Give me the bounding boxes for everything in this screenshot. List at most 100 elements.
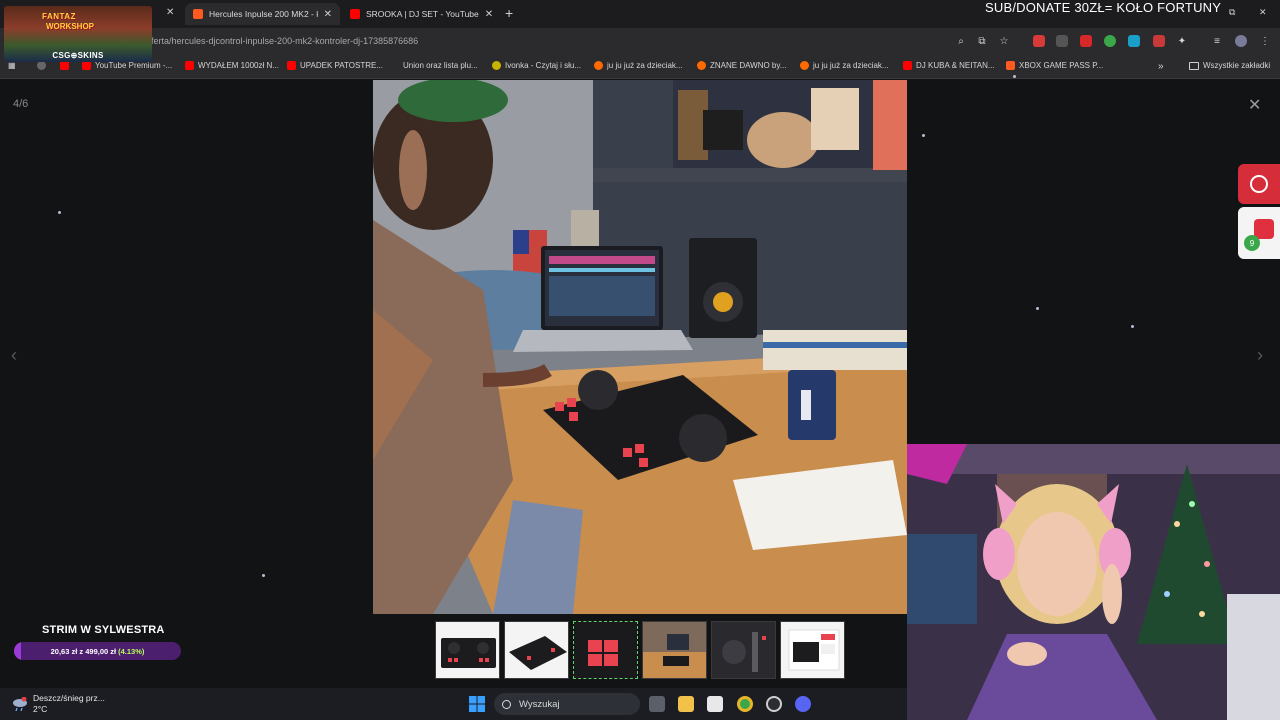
taskbar: Deszcz/śnieg prz... 2°C Wyszukaj [0,688,907,720]
windows-logo [469,696,485,712]
bookmark-star-icon[interactable]: ☆ [997,34,1011,48]
thumbnail-4[interactable] [642,621,707,679]
microsoft-store-icon[interactable] [707,696,723,712]
bookmark-label: UPADEK PATOSTRE... [300,61,383,70]
all-bookmarks-button[interactable]: Wszystkie zakładki [1189,61,1270,70]
extension-icon[interactable] [1104,35,1116,47]
bookmark-item[interactable]: YouTube Premium -... [82,61,172,70]
bookmark-item[interactable] [60,61,69,70]
logo-sponsor: CSG⊕SKINS [52,51,104,60]
bookmark-item[interactable]: DJ KUBA & NEITAN... [903,61,995,70]
next-image-button[interactable]: › [1257,345,1263,366]
thumbnail-strip [435,621,845,681]
thumbnail-image [781,622,844,678]
stream-logo: FANTAZ WORKSHOP CSG⊕SKINS [4,6,152,62]
close-icon[interactable]: ✕ [485,9,493,20]
bookmark-label: WYDAŁEM 1000zł N... [198,61,279,70]
bookmark-label: YouTube Premium -... [95,61,173,70]
bookmarks-overflow-button[interactable]: » [1158,61,1164,72]
bookmark-label: XBOX GAME PASS P... [1019,61,1104,70]
windows-start-icon[interactable] [469,696,485,712]
restore-window-icon[interactable]: ⧉ [1229,7,1235,18]
thumbnail-5[interactable] [711,621,776,679]
bookmark-item[interactable]: ju ju już za dzieciak... [800,61,889,70]
goal-amount: 20,63 zł z 499,00 zł [50,646,117,656]
close-icon[interactable]: ✕ [324,9,332,20]
forum-icon [697,61,706,70]
goal-title: STRIM W SYLWESTRA [42,624,165,636]
new-tab-button[interactable]: + [505,5,513,21]
weather-widget[interactable]: Deszcz/śnieg prz... 2°C [33,693,105,715]
webcam-illustration [907,444,1280,720]
app-icon[interactable] [766,696,782,712]
tab-hercules[interactable]: Hercules Inpulse 200 MK2 - kon ✕ [185,3,340,25]
close-lightbox-button[interactable]: ✕ [1248,95,1261,115]
bookmark-item[interactable]: XBOX GAME PASS P... [1006,61,1103,70]
bookmark-item[interactable]: ju ju już za dzieciak... [594,61,683,70]
folder-icon [1189,61,1199,70]
extension-icon[interactable] [1153,35,1165,47]
prev-image-button[interactable]: ‹ [11,345,17,366]
thumbnail-6[interactable] [780,621,845,679]
page-icon [390,61,399,70]
youtube-favicon-icon [350,9,360,19]
forum-icon [800,61,809,70]
apps-grid-icon[interactable]: ▦ [8,61,16,70]
menu-kebab-icon[interactable]: ⋮ [1258,34,1272,48]
profile-avatar-icon[interactable] [1235,35,1247,47]
tab-label: Hercules Inpulse 200 MK2 - kon [209,9,318,19]
thumbnail-2[interactable] [504,621,569,679]
bookmark-item[interactable]: Ivonka - Czytaj i słu... [492,61,581,70]
file-explorer-icon[interactable] [678,696,694,712]
bookmark-item[interactable]: WYDAŁEM 1000zł N... [185,61,279,70]
discord-icon[interactable] [795,696,811,712]
snow-particle [1013,75,1016,78]
extension-icon[interactable] [1056,35,1068,47]
weather-rain-snow-icon[interactable] [12,697,28,711]
bookmark-item[interactable]: UPADEK PATOSTRE... [287,61,383,70]
snow-particle [922,134,925,137]
tab-bar: ✕ Hercules Inpulse 200 MK2 - kon ✕ SROOK… [0,0,1280,28]
bookmark-item[interactable] [37,61,46,70]
thumbnail-image [574,622,637,678]
thumbnail-image [436,622,499,678]
bookmarks-bar: ▦ YouTube Premium -... WYDAŁEM 1000zł N.… [0,55,1280,79]
search-placeholder: Wyszukaj [519,698,560,710]
address-bar: ferta/hercules-djcontrol-inpulse-200-mk2… [0,28,1280,55]
taskbar-search[interactable]: Wyszukaj [494,693,640,715]
media-controls-icon[interactable]: ≡ [1210,34,1224,48]
zoom-icon[interactable]: ⌕ [954,34,968,48]
snow-particle [58,211,61,214]
thumbnail-image [643,622,706,678]
snow-particle [262,574,265,577]
close-window-icon[interactable]: ✕ [1259,7,1267,18]
install-app-icon[interactable]: ⧉ [975,34,989,48]
search-icon [502,699,511,709]
extensions-puzzle-icon[interactable]: ✦ [1175,34,1189,48]
task-view-icon[interactable] [649,696,665,712]
all-bookmarks-label: Wszystkie zakładki [1203,61,1271,70]
product-photo [373,80,907,614]
bookmark-item[interactable]: Union oraz lista plu... [390,61,478,70]
side-promo-button[interactable] [1238,164,1280,204]
snow-particle [1131,325,1134,328]
url-field[interactable]: ferta/hercules-djcontrol-inpulse-200-mk2… [151,36,418,46]
screen: ✕ Hercules Inpulse 200 MK2 - kon ✕ SROOK… [0,0,1280,720]
extension-icon[interactable] [1080,35,1092,47]
tab-youtube[interactable]: SROOKA | DJ SET - YouTube ✕ [342,3,497,25]
thumbnail-3[interactable] [573,621,638,679]
chrome-icon[interactable] [737,696,753,712]
allegro-badge-icon [1250,175,1268,193]
logo-text: FANTAZ [42,12,76,21]
thumbnail-1[interactable] [435,621,500,679]
bookmark-item[interactable]: ZNANE DAWNO by... [697,61,786,70]
bookmark-label: ZNANE DAWNO by... [710,61,787,70]
youtube-favicon-icon [60,61,69,70]
close-tab-icon[interactable]: ✕ [166,7,174,18]
thumbnail-image [505,622,568,678]
extension-icon[interactable] [1128,35,1140,47]
extension-icon[interactable] [1033,35,1045,47]
bookmark-label: DJ KUBA & NEITAN... [916,61,995,70]
side-rewards-button[interactable]: 9 [1238,207,1280,259]
webcam-overlay [907,444,1280,720]
